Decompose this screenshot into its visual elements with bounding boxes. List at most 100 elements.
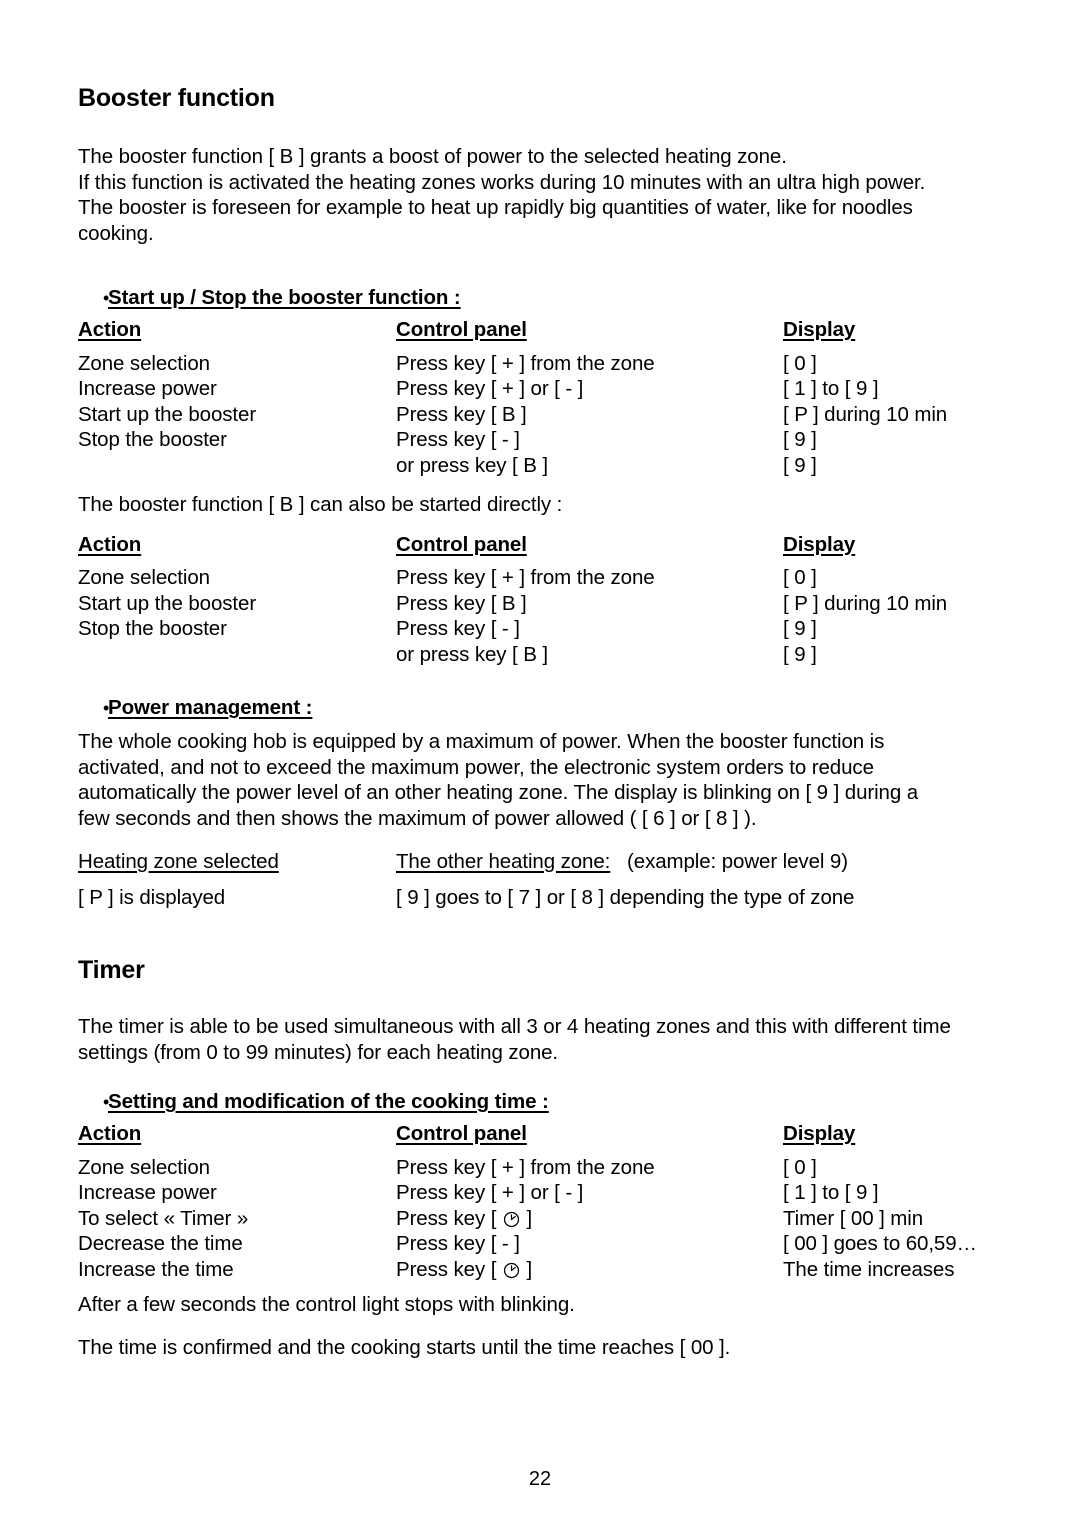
heading-booster-function: Booster function	[78, 84, 275, 112]
booster-intro-line-3: The booster is foreseen for example to h…	[78, 196, 913, 219]
cell-other-heating-zone: [ 9 ] goes to [ 7 ] or [ 8 ] depending t…	[396, 885, 855, 909]
timer-intro-line-1: The timer is able to be used simultaneou…	[78, 1015, 951, 1038]
table-row: [ P ] is displayed [ 9 ] goes to [ 7 ] o…	[78, 885, 1022, 911]
cell-control-panel: Press key [ + ] from the zone	[396, 1155, 655, 1179]
booster-direct-note: The booster function [ B ] can also be s…	[78, 493, 563, 516]
power-management-line-4: few seconds and then shows the maximum o…	[78, 806, 757, 830]
cell-action	[78, 642, 396, 668]
clock-icon	[503, 1209, 520, 1227]
page-content: Booster function The booster function [ …	[78, 0, 1022, 1360]
cell-display: [ 1 ] to [ 9 ]	[783, 377, 879, 400]
cell-control-panel: Press key [ + ] from the zone	[396, 351, 655, 375]
power-management-line-3: automatically the power level of an othe…	[78, 781, 919, 804]
table-direct-booster: Action Control panel Display Zone select…	[78, 532, 1022, 668]
cell-display: The time increases	[783, 1257, 955, 1281]
cell-display: [ 1 ] to [ 9 ]	[783, 1181, 879, 1204]
timer-intro-line-2: settings (from 0 to 99 minutes) for each…	[78, 1040, 559, 1064]
column-header-heating-zone-selected: Heating zone selected	[78, 850, 279, 873]
cell-heating-zone-selected: [ P ] is displayed	[78, 885, 226, 909]
cell-action: Stop the booster	[78, 617, 227, 640]
column-header-display: Display	[783, 532, 856, 556]
cell-control-panel: Press key [ B ]	[396, 591, 527, 615]
cell-display: [ 0 ]	[783, 566, 817, 589]
cell-control-panel: Press key [ ]	[396, 1206, 533, 1230]
clock-icon	[503, 1260, 520, 1278]
cell-display: [ 0 ]	[783, 351, 817, 375]
table-header-row: Action Control panel Display	[78, 1121, 1022, 1147]
cell-control-panel: Press key [ ]	[396, 1257, 533, 1281]
column-header-control-panel: Control panel	[396, 532, 527, 556]
cell-display: [ P ] during 10 min	[783, 591, 948, 615]
bullet-label-power-management: Power management :	[108, 696, 313, 719]
power-management-line-2: activated, and not to exceed the maximum…	[78, 755, 874, 779]
bullet-power-management: • Power management :	[78, 695, 1022, 721]
cell-action	[78, 453, 396, 479]
table-start-stop-booster: Action Control panel Display Zone select…	[78, 317, 1022, 478]
cell-action: Start up the booster	[78, 591, 257, 615]
cell-display: [ 9 ]	[783, 453, 817, 477]
cell-action: Zone selection	[78, 351, 210, 375]
table-row: Zone selection Press key [ + ] from the …	[78, 565, 1022, 591]
cell-action: Zone selection	[78, 1155, 210, 1179]
timer-closing-line-1: After a few seconds the control light st…	[78, 1293, 575, 1316]
timer-closing-line-2: The time is confirmed and the cooking st…	[78, 1335, 731, 1359]
table-row: or press key [ B ] [ 9 ]	[78, 453, 1022, 479]
column-header-control-panel: Control panel	[396, 318, 527, 341]
table-row: Zone selection Press key [ + ] from the …	[78, 1155, 1022, 1181]
column-header-action: Action	[78, 318, 142, 341]
column-header-action: Action	[78, 532, 142, 556]
cell-action: Start up the booster	[78, 402, 257, 426]
cell-control-panel: Press key [ + ] from the zone	[396, 566, 655, 589]
cell-display: [ 00 ] goes to 60,59…	[783, 1232, 977, 1255]
cell-action: Zone selection	[78, 566, 210, 589]
table-header-row: Heating zone selected The other heating …	[78, 849, 1022, 875]
cell-control-panel: Press key [ - ]	[396, 1232, 520, 1255]
table-row: Increase power Press key [ + ] or [ - ] …	[78, 1180, 1022, 1206]
table-row: Stop the booster Press key [ - ] [ 9 ]	[78, 616, 1022, 642]
table-row: Start up the booster Press key [ B ] [ P…	[78, 402, 1022, 428]
booster-intro-line-1: The booster function [ B ] grants a boos…	[78, 145, 787, 168]
table-row: Start up the booster Press key [ B ] [ P…	[78, 591, 1022, 617]
table-header-row: Action Control panel Display	[78, 532, 1022, 558]
cell-display: Timer [ 00 ] min	[783, 1206, 924, 1230]
cell-display: [ P ] during 10 min	[783, 402, 948, 426]
cell-action: Increase power	[78, 377, 217, 400]
cell-action: Increase the time	[78, 1257, 234, 1281]
table-row: Increase the time Press key [ ] The time…	[78, 1257, 1022, 1283]
booster-intro-line-2: If this function is activated the heatin…	[78, 170, 926, 194]
cell-display: [ 9 ]	[783, 642, 817, 666]
cell-control-panel: or press key [ B ]	[396, 642, 549, 666]
bullet-marker-icon: •	[103, 698, 110, 718]
table-row: Zone selection Press key [ + ] from the …	[78, 351, 1022, 377]
power-management-line-1: The whole cooking hob is equipped by a m…	[78, 730, 885, 753]
table-row: Decrease the time Press key [ - ] [ 00 ]…	[78, 1231, 1022, 1257]
column-header-display: Display	[783, 1122, 856, 1145]
table-header-row: Action Control panel Display	[78, 317, 1022, 343]
table-row: To select « Timer » Press key [ ] Timer …	[78, 1206, 1022, 1232]
cell-action: Increase power	[78, 1181, 217, 1204]
bullet-marker-icon: •	[103, 1092, 110, 1112]
cell-display: [ 9 ]	[783, 428, 817, 451]
column-header-action: Action	[78, 1122, 142, 1145]
column-header-other-heating-zone: The other heating zone: (example: power …	[396, 850, 848, 873]
booster-intro-line-4: cooking.	[78, 221, 154, 245]
cell-control-panel: Press key [ - ]	[396, 617, 520, 640]
cell-display: [ 9 ]	[783, 617, 817, 640]
cell-action: To select « Timer »	[78, 1206, 249, 1230]
heading-timer: Timer	[78, 956, 145, 984]
bullet-label-setting-cooking-time: Setting and modification of the cooking …	[108, 1090, 549, 1113]
cell-action: Stop the booster	[78, 428, 227, 451]
bullet-start-stop-booster: • Start up / Stop the booster function :	[78, 285, 1022, 311]
page-number: 22	[528, 1468, 552, 1490]
cell-control-panel: or press key [ B ]	[396, 453, 549, 477]
cell-control-panel: Press key [ - ]	[396, 428, 520, 451]
table-power-management: Heating zone selected The other heating …	[78, 849, 1022, 910]
table-row: or press key [ B ] [ 9 ]	[78, 642, 1022, 668]
cell-control-panel: Press key [ + ] or [ - ]	[396, 1181, 584, 1204]
bullet-label-start-stop-booster: Start up / Stop the booster function :	[108, 286, 461, 309]
cell-display: [ 0 ]	[783, 1155, 817, 1179]
column-header-control-panel: Control panel	[396, 1122, 527, 1145]
document-page: Booster function The booster function [ …	[0, 0, 1080, 1527]
bullet-setting-cooking-time: • Setting and modification of the cookin…	[78, 1089, 1022, 1115]
table-row: Increase power Press key [ + ] or [ - ] …	[78, 376, 1022, 402]
